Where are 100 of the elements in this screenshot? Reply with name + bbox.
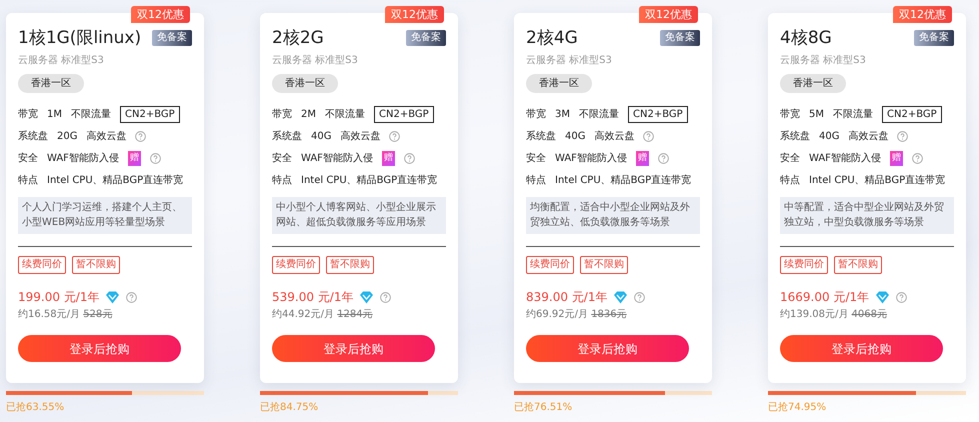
plan-title: 2核4G [526,27,578,49]
spec-note: 不限流量 [71,108,111,122]
spec-note: 高效云盘 [340,130,380,144]
spec-tag: CN2+BGP [374,106,434,123]
original-price: 1836元 [591,309,627,320]
spec-label: 带宽 [272,108,292,122]
spec-value: 1M [47,108,62,122]
spec-note: 不限流量 [579,108,619,122]
promo-tag: 暂不限购 [326,256,374,274]
diamond-icon [105,290,120,304]
region-chip[interactable]: 香港一区 [272,74,338,93]
spec-note: 高效云盘 [86,130,126,144]
region-chip[interactable]: 香港一区 [526,74,592,93]
spec-label: 系统盘 [526,130,556,144]
monthly-price: 约139.08元/月 [780,309,848,320]
spec-label: 特点 [272,174,292,188]
plan-tag: 免备案 [660,30,700,46]
plan-subtitle: 云服务器 标准型S3 [272,54,359,68]
help-icon[interactable] [896,292,908,302]
spec-label: 特点 [18,174,38,188]
spec-note: 不限流量 [833,108,873,122]
price-text: 1669.00 元/1年 [780,289,870,306]
spec-label: 系统盘 [18,130,48,144]
monthly-price: 约44.92元/月 [272,309,334,320]
spec-label: 带宽 [18,108,38,122]
spec-label: 带宽 [526,108,546,122]
spec-value: WAF智能防入侵 [47,152,119,166]
spec-label: 带宽 [780,108,800,122]
spec-label: 安全 [272,152,292,166]
original-price: 4068元 [852,309,887,320]
promo-tag: 续费同价 [18,256,66,274]
help-icon[interactable] [126,292,138,302]
help-icon[interactable] [150,153,161,164]
plan-subtitle: 云服务器 标准型S3 [780,54,867,68]
spec-value: Intel CPU、精品BGP直连带宽 [809,174,946,188]
price-text: 539.00 元/1年 [272,289,354,306]
help-icon[interactable] [658,153,669,164]
spec-value: 40G [819,130,840,144]
spec-label: 特点 [526,174,546,188]
region-chip[interactable]: 香港一区 [780,74,846,93]
spec-value: WAF智能防入侵 [301,152,373,166]
region-chip[interactable]: 香港一区 [18,74,84,93]
spec-value: WAF智能防入侵 [809,152,881,166]
spec-label: 安全 [18,152,38,166]
help-icon[interactable] [634,292,646,302]
plan-description: 个人入门学习运维，搭建个人主页、小型WEB网站应用等轻量型场景 [18,197,192,234]
buy-button[interactable]: 登录后抢购 [780,335,943,362]
help-icon[interactable] [912,153,923,164]
spec-tag: CN2+BGP [882,106,942,123]
promo-ribbon: 双12优惠 [639,6,698,23]
price-text: 199.00 元/1年 [18,289,100,306]
spec-label: 安全 [780,152,800,166]
help-icon[interactable] [380,292,392,302]
promo-tag: 暂不限购 [72,256,120,274]
plan-subtitle: 云服务器 标准型S3 [18,54,105,68]
promo-ribbon: 双12优惠 [893,6,952,23]
diamond-icon [613,290,628,304]
spec-note: 高效云盘 [848,130,888,144]
spec-value: Intel CPU、精品BGP直连带宽 [47,174,184,188]
spec-value: WAF智能防入侵 [555,152,627,166]
plan-tag: 免备案 [152,30,192,46]
sold-percentage: 已抢76.51% [514,401,574,415]
plan-title: 2核2G [272,27,324,49]
spec-label: 系统盘 [272,130,302,144]
sold-percentage: 已抢74.95% [768,401,828,415]
spec-tag: CN2+BGP [628,106,688,123]
help-icon[interactable] [643,131,654,142]
plan-description: 均衡配置，适合中小型企业网站及外贸独立站、低负载微服务等场景 [526,197,700,234]
spec-value: Intel CPU、精品BGP直连带宽 [301,174,438,188]
help-icon[interactable] [135,131,146,142]
monthly-price: 约16.58元/月 [18,309,80,320]
plan-description: 中小型个人博客网站、小型企业展示网站、超低负载微服务等应用场景 [272,197,446,234]
help-icon[interactable] [389,131,400,142]
spec-label: 安全 [526,152,546,166]
sold-percentage: 已抢84.75% [260,401,320,415]
spec-label: 特点 [780,174,800,188]
original-price: 528元 [83,309,112,320]
plan-subtitle: 云服务器 标准型S3 [526,54,613,68]
spec-tag: CN2+BGP [120,106,180,123]
promo-ribbon: 双12优惠 [385,6,444,23]
gift-badge: 赠 [636,151,649,166]
spec-value: 40G [311,130,332,144]
gift-badge: 赠 [890,151,903,166]
buy-button[interactable]: 登录后抢购 [272,335,435,362]
buy-button[interactable]: 登录后抢购 [18,335,181,362]
spec-note: 高效云盘 [594,130,634,144]
plan-title: 1核1G(限linux) [18,27,142,49]
price-text: 839.00 元/1年 [526,289,608,306]
diamond-icon [359,290,374,304]
help-icon[interactable] [404,153,415,164]
buy-button[interactable]: 登录后抢购 [526,335,689,362]
promo-tag: 续费同价 [526,256,574,274]
monthly-price: 约69.92元/月 [526,309,588,320]
help-icon[interactable] [897,131,908,142]
plan-title: 4核8G [780,27,832,49]
spec-value: 20G [57,130,78,144]
promo-tag: 续费同价 [272,256,320,274]
plan-tag: 免备案 [914,30,954,46]
gift-badge: 赠 [128,151,141,166]
plan-description: 中等配置，适合中型企业网站及外贸独立站，中型负载微服务等场景 [780,197,954,234]
